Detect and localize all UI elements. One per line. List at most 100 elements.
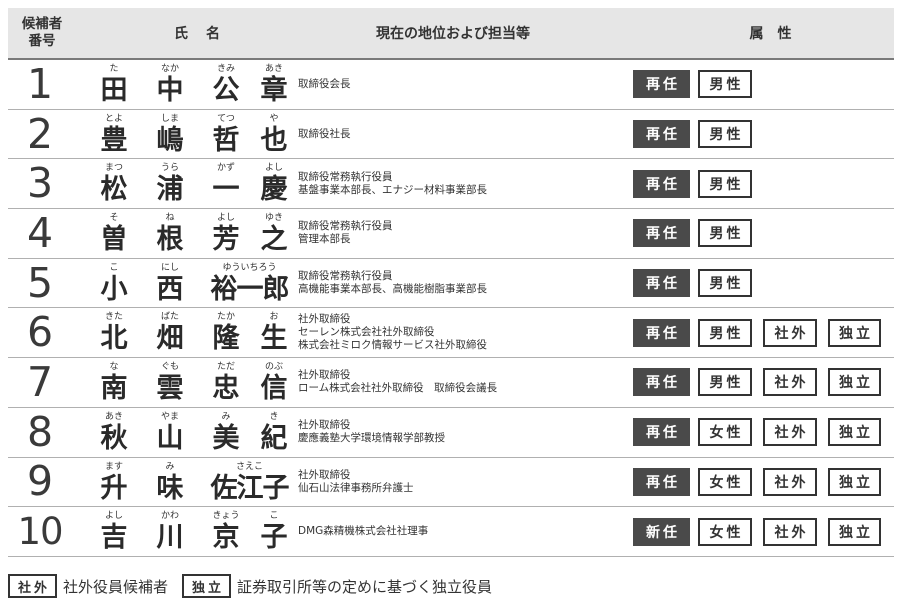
gender-badge: 男性 (698, 269, 752, 298)
position-text: 社外取締役 仙石山法律事務所弁護士 (298, 458, 628, 507)
name-character: てつ哲 (206, 110, 246, 156)
candidate-number: 1 (26, 59, 54, 108)
candidate-name: とよ豊しま嶋てつ哲や也 (94, 110, 294, 159)
candidate-name: た田なか中きみ公あき章 (94, 60, 294, 109)
position-line: DMG森精機株式会社社理事 (298, 525, 429, 538)
legend-text-independent: 証券取引所等の定めに基づく独立役員 (237, 577, 493, 596)
name-reading: こ (109, 262, 119, 273)
status-badge: 再任 (633, 318, 690, 347)
name-reading: しま (160, 113, 179, 124)
position-text: 取締役常務執行役員 高機能事業本部長、高機能樹脂事業部長 (298, 259, 628, 308)
name-kanji: 曽 (100, 224, 128, 256)
candidate-number: 3 (26, 159, 54, 208)
position-line: 社外取締役 (298, 369, 351, 382)
name-character: ぐも雲 (150, 358, 190, 404)
status-badge: 再任 (633, 368, 690, 397)
name-kanji: 田 (100, 75, 128, 106)
name-reading: あき (104, 411, 123, 422)
candidate-name: よし吉かわ川きょう京こ子 (94, 507, 294, 556)
status-badge: 再任 (633, 70, 690, 99)
table-row: 9 ます升み味さえこ 佐江子 社外取締役 仙石山法律事務所弁護士 再任 女性 社外 独立 (8, 458, 894, 508)
name-reading: にし (160, 262, 179, 273)
name-kanji: 秋 (100, 422, 128, 454)
independent-badge: 独立 (828, 318, 881, 347)
name-kanji: 浦 (156, 174, 184, 206)
name-kanji: 川 (156, 522, 184, 554)
name-character: な南 (94, 358, 134, 404)
position-text: 取締役会長 (298, 60, 628, 109)
candidate-number: 6 (26, 308, 54, 357)
name-kanji: 嶋 (156, 124, 184, 156)
legend-text-outside: 社外役員候補者 (63, 577, 169, 596)
name-character: き紀 (254, 408, 294, 454)
name-character: お生 (254, 308, 294, 354)
name-kanji: 章 (260, 75, 288, 106)
name-kanji: 畑 (156, 323, 184, 355)
independent-badge: 独立 (828, 368, 881, 397)
table-row: 7 な南ぐも雲ただ忠のぶ信社外取締役 ローム株式会社社外取締役 取締役会議長 再任 男性… (8, 358, 894, 408)
name-kanji: 佐江子 (210, 472, 290, 504)
position-text: 社外取締役 セーレン株式会社社外取締役 株式会社ミロク情報サービス社外取締役 (298, 308, 628, 357)
name-kanji: 豊 (100, 124, 128, 156)
name-kanji: 雲 (156, 373, 184, 405)
name-character: よし慶 (254, 159, 294, 205)
name-kanji: 之 (260, 224, 288, 256)
name-character: かず一 (206, 159, 246, 205)
candidate-number: 10 (17, 510, 63, 554)
position-line: 株式会社ミロク情報サービス社外取締役 (298, 339, 487, 352)
candidate-name: こ小にし西ゆういちろう 裕一郎 (94, 259, 294, 308)
name-kanji: 生 (260, 323, 288, 355)
name-character: なか中 (150, 60, 190, 106)
name-character: そ曽 (94, 209, 134, 255)
status-badge: 再任 (633, 120, 690, 149)
name-kanji: 紀 (260, 422, 288, 454)
position-line: 取締役常務執行役員 (298, 270, 393, 283)
name-character: さえこ 佐江子 (206, 458, 293, 504)
gender-badge: 男性 (698, 70, 752, 99)
position-line: 仙石山法律事務所弁護士 (298, 481, 414, 494)
name-kanji: 哲 (212, 124, 240, 156)
name-character: み味 (150, 458, 190, 504)
independent-badge: 独立 (828, 418, 881, 447)
name-kanji: 中 (156, 75, 184, 106)
position-line: 社外取締役 (298, 419, 351, 432)
status-badge: 再任 (633, 219, 690, 248)
name-kanji: 子 (260, 522, 288, 554)
position-line: 取締役常務執行役員 (298, 220, 393, 233)
name-kanji: 小 (100, 273, 128, 305)
position-line: 管理本部長 (298, 233, 351, 246)
name-kanji: 也 (260, 124, 288, 156)
header-number: 候補者 番号 (21, 16, 63, 49)
position-line: 社外取締役 (298, 313, 351, 326)
name-character: うら浦 (150, 159, 190, 205)
position-text: 取締役常務執行役員 管理本部長 (298, 209, 628, 258)
table-row: 10 よし吉かわ川きょう京こ子 DMG森精機株式会社社理事 新任 女性 社外 独立 (8, 507, 894, 557)
outside-badge: 社外 (763, 467, 817, 496)
name-character: ね根 (150, 209, 190, 255)
name-kanji: 根 (156, 224, 184, 256)
position-line: 高機能事業本部長、高機能樹脂事業部長 (298, 283, 487, 296)
name-reading: てつ (217, 113, 235, 124)
name-character: あき秋 (94, 408, 134, 454)
name-kanji: 一 (212, 174, 240, 206)
candidate-number: 4 (26, 208, 54, 257)
table-row: 2 とよ豊しま嶋てつ哲や也取締役社長 再任 男性 (8, 110, 894, 160)
name-character: とよ豊 (94, 110, 134, 156)
table-row: 1 た田なか中きみ公あき章取締役会長 再任 男性 (8, 60, 894, 110)
name-kanji: 芳 (212, 224, 240, 256)
name-character: しま嶋 (150, 110, 190, 156)
position-line: 社外取締役 (298, 468, 351, 481)
outside-badge: 社外 (763, 368, 817, 397)
name-kanji: 味 (156, 472, 184, 504)
candidate-name: まつ松うら浦かず一よし慶 (94, 159, 294, 208)
independent-badge: 独立 (828, 517, 881, 546)
status-badge: 再任 (633, 269, 690, 298)
position-text: DMG森精機株式会社社理事 (298, 507, 628, 556)
table-row: 5 こ小にし西ゆういちろう 裕一郎 取締役常務執行役員 高機能事業本部長、高機能樹脂事業… (8, 259, 894, 309)
position-line: セーレン株式会社社外取締役 (298, 326, 435, 339)
candidate-name: な南ぐも雲ただ忠のぶ信 (94, 358, 294, 407)
header-position: 現在の地位および担当等 (376, 26, 530, 42)
name-character: きみ公 (206, 60, 246, 106)
position-line: 慶應義塾大学環境情報学部教授 (298, 432, 445, 445)
legend-badge-outside: 社外 (8, 574, 58, 598)
